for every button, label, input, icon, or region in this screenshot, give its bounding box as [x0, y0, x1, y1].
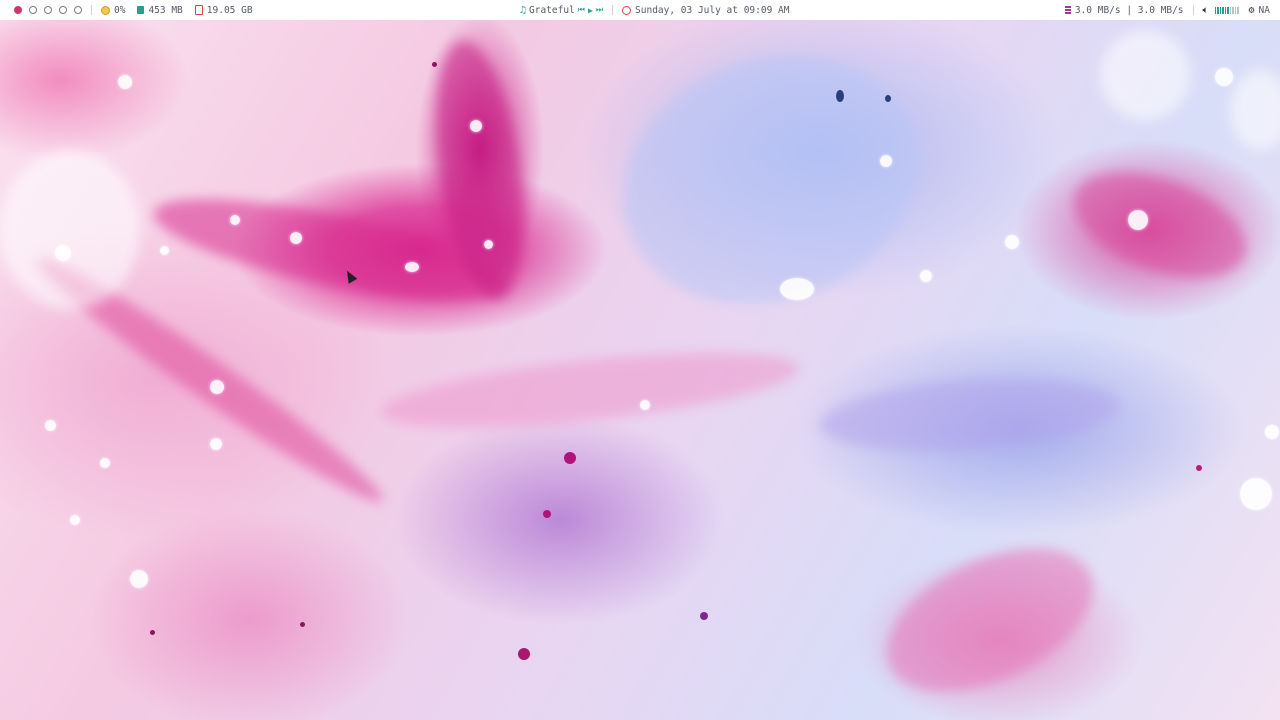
wallpaper-bubble [1265, 425, 1279, 439]
wallpaper-droplet [885, 95, 891, 102]
workspace-2[interactable] [29, 6, 37, 14]
music-play-button[interactable]: ▶ [588, 6, 593, 15]
clock-icon [622, 5, 632, 15]
cpu-icon [101, 5, 110, 15]
wallpaper-bubble [920, 270, 932, 282]
divider [1192, 5, 1194, 15]
wallpaper-swirl [1230, 70, 1280, 150]
wallpaper-swirl [864, 519, 1116, 720]
memory-icon [137, 6, 145, 14]
wallpaper-swirl [378, 338, 802, 442]
wallpaper-bubble [470, 120, 482, 132]
wallpaper-bubble [1240, 478, 1272, 510]
wallpaper-droplet [1196, 465, 1202, 471]
wallpaper-droplet [518, 648, 530, 660]
wallpaper-bubble [405, 262, 419, 272]
wallpaper-bubble [210, 438, 222, 450]
wallpaper-droplet [150, 630, 155, 635]
music-next-button[interactable]: ⏭ [596, 5, 603, 15]
disk-indicator: 19.05 GB [194, 4, 253, 16]
music-note-icon: ♫ [520, 4, 527, 16]
right-widgets: 3.0 MB/s | 3.0 MB/s 🔈︎ ⚙ NA [1064, 0, 1270, 20]
network-speed: 3.0 MB/s | 3.0 MB/s [1074, 4, 1184, 16]
wallpaper-bubble [230, 215, 240, 225]
network-icon [1064, 6, 1071, 14]
disk-icon [194, 5, 203, 15]
memory-value: 453 MB [148, 4, 183, 16]
wallpaper-bubble [160, 246, 169, 255]
wallpaper-bubble [484, 240, 493, 249]
wallpaper-bubble [880, 155, 892, 167]
wallpaper-bubble [1215, 68, 1233, 86]
wallpaper-droplet [432, 62, 437, 67]
disk-value: 19.05 GB [206, 4, 253, 16]
divider [612, 5, 614, 15]
wallpaper-bubble [1005, 235, 1019, 249]
datetime[interactable]: Sunday, 03 July at 09:09 AM [635, 5, 789, 16]
wallpaper-swirl [817, 369, 1123, 461]
volume-icon[interactable]: 🔈︎ [1203, 5, 1209, 16]
wallpaper-bubble [210, 380, 224, 394]
memory-indicator: 453 MB [137, 4, 183, 16]
divider [91, 5, 92, 15]
wallpaper-bubble [290, 232, 302, 244]
wallpaper-bubble [55, 245, 71, 261]
wallpaper-droplet [564, 452, 576, 464]
gear-icon[interactable]: ⚙ [1249, 5, 1255, 16]
wallpaper-droplet [836, 90, 844, 102]
wallpaper-swirl [1100, 30, 1190, 120]
wallpaper-bubble [780, 278, 814, 300]
wallpaper-swirl [1060, 151, 1260, 299]
top-status-bar: 0% 453 MB 19.05 GB ♫ Grateful ⏮ ▶ ⏭ Sund… [0, 0, 1280, 20]
workspace-1[interactable] [14, 6, 22, 14]
music-previous-button[interactable]: ⏮ [578, 5, 585, 15]
wallpaper-bubble [118, 75, 132, 89]
wallpaper-droplet [700, 612, 708, 620]
status-right: NA [1258, 4, 1270, 16]
wallpaper-bubble [130, 570, 148, 588]
wallpaper-bubble [640, 400, 650, 410]
center-widgets: ♫ Grateful ⏮ ▶ ⏭ Sunday, 03 July at 09:0… [520, 0, 789, 20]
wallpaper-swirl [588, 15, 952, 345]
volume-level-bar[interactable] [1214, 6, 1239, 14]
wallpaper-bubble [70, 515, 80, 525]
cpu-value: 0% [114, 4, 126, 16]
workspace-3[interactable] [44, 6, 52, 14]
wallpaper-bubble [100, 458, 110, 468]
workspace-5[interactable] [74, 6, 82, 14]
wallpaper-swirl [0, 150, 140, 310]
workspace-switcher [14, 6, 82, 14]
wallpaper-bubble [45, 420, 56, 431]
cpu-indicator: 0% [101, 5, 125, 16]
wallpaper-bubble [1128, 210, 1148, 230]
desktop-wallpaper: 0% 453 MB 19.05 GB ♫ Grateful ⏮ ▶ ⏭ Sund… [0, 0, 1280, 720]
music-track[interactable]: Grateful [529, 5, 575, 16]
workspace-4[interactable] [59, 6, 67, 14]
wallpaper-droplet [543, 510, 551, 518]
wallpaper-droplet [300, 622, 305, 627]
